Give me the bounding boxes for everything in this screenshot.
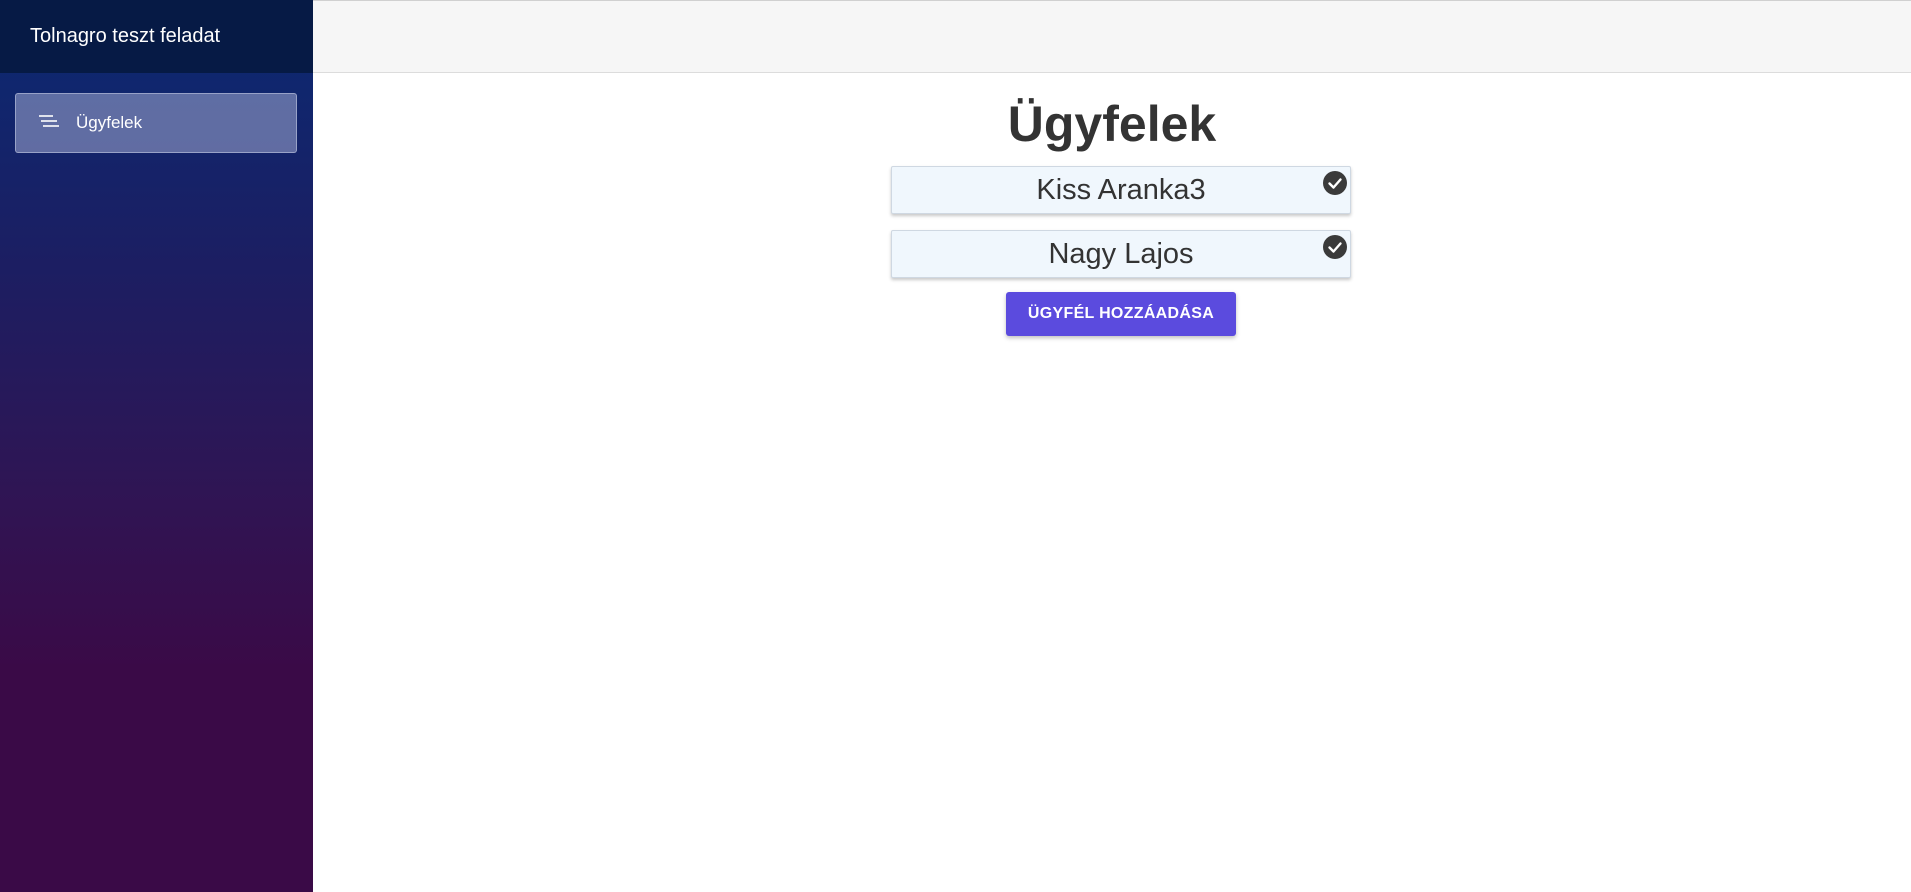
app-root: Tolnagro teszt feladat Ügyfelek Ügyfelek… xyxy=(0,0,1911,892)
client-card[interactable]: Kiss Aranka3 xyxy=(891,166,1351,214)
client-card[interactable]: Nagy Lajos xyxy=(891,230,1351,278)
add-client-button[interactable]: ÜGYFÉL HOZZÁADÁSA xyxy=(1006,292,1236,336)
sidebar-item-ugyfelek[interactable]: Ügyfelek xyxy=(15,93,297,153)
client-name: Kiss Aranka3 xyxy=(1036,173,1206,206)
app-title: Tolnagro teszt feladat xyxy=(0,0,313,73)
menu-lines-icon xyxy=(36,113,62,133)
page-title: Ügyfelek xyxy=(1007,96,1217,152)
client-name: Nagy Lajos xyxy=(1048,237,1194,270)
check-circle-icon[interactable] xyxy=(1323,170,1347,195)
main-content: Ügyfelek Kiss Aranka3 Nagy Lajos ÜGYFÉL … xyxy=(313,73,1911,892)
sidebar: Tolnagro teszt feladat Ügyfelek xyxy=(0,0,313,892)
check-circle-icon[interactable] xyxy=(1323,234,1347,259)
top-bar xyxy=(313,0,1911,73)
sidebar-item-label: Ügyfelek xyxy=(76,113,143,132)
